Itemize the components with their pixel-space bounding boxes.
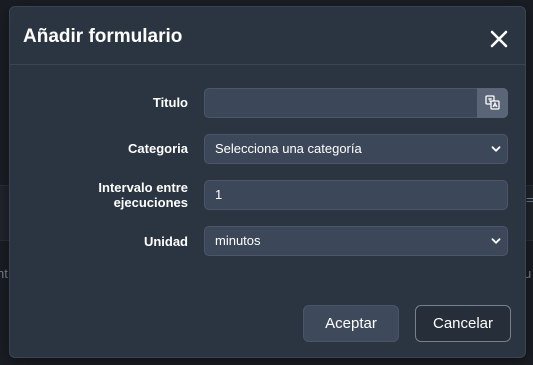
categoria-select[interactable]: Selecciona una categoría: [204, 134, 508, 164]
close-icon: [490, 30, 508, 48]
dialog-title: Añadir formulario: [23, 26, 183, 47]
categoria-label: Categoria: [128, 141, 188, 156]
close-button[interactable]: [487, 27, 511, 51]
accept-button[interactable]: Aceptar: [303, 305, 399, 342]
translate-button[interactable]: [477, 88, 508, 118]
translate-icon: [485, 95, 500, 110]
chevron-down-icon: [491, 238, 501, 244]
categoria-selected-value: Selecciona una categoría: [215, 141, 362, 156]
add-form-dialog: Añadir formulario Titulo Categoria Selec…: [9, 6, 526, 358]
unidad-label: Unidad: [143, 234, 188, 249]
background-text-left: nt: [0, 266, 8, 281]
intervalo-label: Intervalo entre ejecuciones: [98, 180, 188, 210]
background-menu-glyph: =: [526, 192, 533, 207]
cancel-button[interactable]: Cancelar: [415, 305, 511, 342]
dialog-header: Añadir formulario: [10, 7, 525, 65]
titulo-input[interactable]: [204, 88, 508, 118]
unidad-select[interactable]: minutos: [204, 226, 508, 256]
intervalo-input[interactable]: 1: [204, 180, 508, 210]
unidad-selected-value: minutos: [215, 233, 261, 248]
chevron-down-icon: [491, 146, 501, 152]
titulo-label: Titulo: [152, 95, 188, 110]
